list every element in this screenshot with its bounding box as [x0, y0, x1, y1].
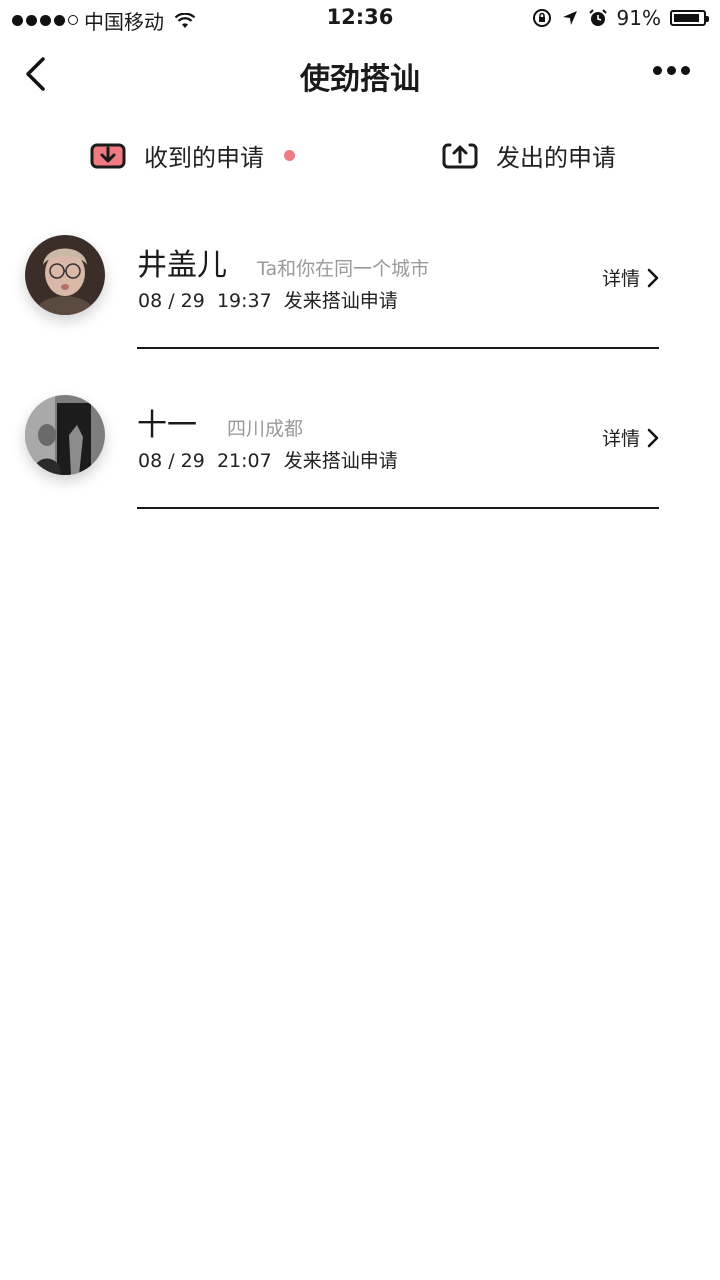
list-item[interactable]: 井盖儿 Ta和你在同一个城市 08 / 29 19:37 发来搭讪申请 详情	[0, 214, 720, 374]
page-title: 使劲搭讪	[300, 62, 420, 97]
divider	[137, 347, 659, 349]
name-line: 井盖儿 Ta和你在同一个城市	[137, 240, 429, 284]
unread-dot	[284, 149, 295, 161]
outbox-upload-icon	[442, 143, 478, 169]
request-tabs: 收到的申请 发出的申请	[0, 130, 720, 180]
battery-icon	[670, 10, 709, 26]
status-bar: 中国移动 12:36 91%	[0, 0, 720, 36]
tab-sent-label: 发出的申请	[496, 143, 616, 172]
status-right: 91%	[532, 6, 709, 30]
battery-percent: 91%	[616, 6, 661, 30]
more-dots-icon[interactable]	[653, 66, 690, 75]
chevron-right-icon	[647, 268, 659, 287]
user-location: 四川成都	[227, 418, 304, 440]
request-action: 发来搭讪申请	[283, 450, 398, 472]
tab-received[interactable]: 收到的申请	[90, 130, 295, 180]
detail-label: 详情	[601, 268, 640, 290]
request-time: 08 / 29 19:37 发来搭讪申请	[138, 286, 398, 313]
request-clock: 19:37	[216, 290, 272, 312]
navigation-bar: 使劲搭讪	[0, 36, 720, 110]
request-list: 井盖儿 Ta和你在同一个城市 08 / 29 19:37 发来搭讪申请 详情 十…	[0, 214, 720, 534]
tab-sent[interactable]: 发出的申请	[442, 130, 616, 180]
request-time: 08 / 29 21:07 发来搭讪申请	[138, 446, 398, 473]
avatar[interactable]	[25, 235, 105, 315]
detail-label: 详情	[601, 428, 640, 450]
tab-received-label: 收到的申请	[144, 143, 264, 172]
request-action: 发来搭讪申请	[283, 290, 398, 312]
location-arrow-icon	[562, 11, 577, 25]
user-name: 井盖儿	[137, 248, 227, 283]
request-date: 08 / 29	[138, 450, 205, 472]
detail-link[interactable]: 详情	[602, 264, 660, 291]
chevron-right-icon	[647, 428, 659, 447]
request-clock: 21:07	[216, 450, 272, 472]
divider	[137, 507, 659, 509]
list-item[interactable]: 十一 四川成都 08 / 29 21:07 发来搭讪申请 详情	[0, 374, 720, 534]
battery-fill	[674, 14, 700, 22]
user-location: Ta和你在同一个城市	[257, 258, 430, 280]
inbox-download-icon	[90, 143, 126, 169]
name-line: 十一 四川成都	[137, 400, 303, 444]
alarm-icon	[588, 9, 607, 26]
avatar[interactable]	[25, 395, 105, 475]
request-date: 08 / 29	[138, 290, 205, 312]
detail-link[interactable]: 详情	[602, 424, 660, 451]
user-name: 十一	[137, 408, 197, 443]
orientation-lock-icon	[532, 9, 551, 27]
